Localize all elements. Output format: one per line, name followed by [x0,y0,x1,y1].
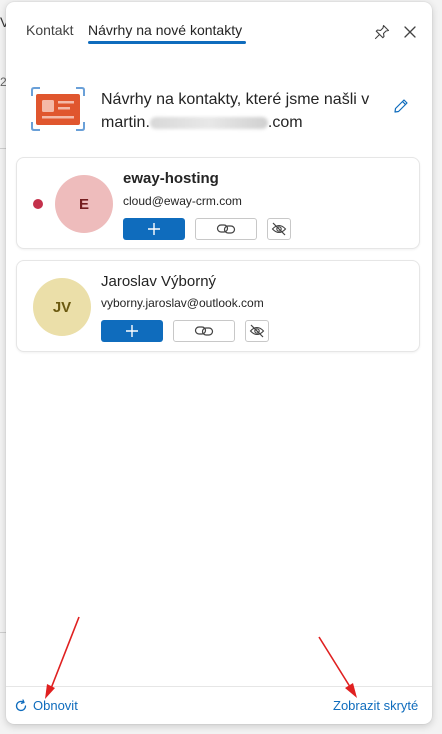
avatar: JV [33,278,91,336]
edit-email-button[interactable] [393,98,413,118]
refresh-button[interactable]: Obnovit [14,698,78,713]
link-contact-button[interactable] [195,218,257,240]
plus-icon [148,223,160,235]
link-contact-button[interactable] [173,320,235,342]
tab-contact-suggestions[interactable]: Návrhy na nové kontakty [88,22,242,38]
suggestion-card: E eway-hosting cloud@eway-crm.com [16,157,420,249]
contact-email: vyborny.jaroslav@outlook.com [101,296,264,310]
contact-card-icon [31,87,85,131]
tab-kontakt[interactable]: Kontakt [26,22,73,38]
add-contact-button[interactable] [123,218,185,240]
contact-email: cloud@eway-crm.com [123,194,242,208]
email-prefix: martin. [101,114,150,131]
suggestions-description: Návrhy na kontakty, které jsme našli v m… [101,88,391,134]
refresh-label: Obnovit [33,698,78,713]
eye-off-icon [271,222,287,236]
contact-name: Jaroslav Výborný [101,273,217,290]
redacted-email [149,116,268,129]
contact-suggestions-pane: Kontakt Návrhy na nové kontakty Návrhy n… [6,2,432,724]
pencil-icon [394,99,408,113]
avatar: E [55,175,113,233]
refresh-icon [15,698,27,711]
unread-indicator [33,199,43,209]
eye-off-icon [249,324,265,338]
close-button[interactable] [400,22,420,42]
suggestion-card: JV Jaroslav Výborný vyborny.jaroslav@out… [16,260,420,352]
hide-suggestion-button[interactable] [245,320,269,342]
pin-button[interactable] [372,22,392,42]
contact-name: eway-hosting [123,170,219,187]
close-icon [404,26,416,38]
avatar-initials: E [78,195,89,213]
description-line-2: martin. .com [101,111,391,134]
email-suffix: .com [267,114,303,131]
description-line-1: Návrhy na kontakty, které jsme našli v [101,91,370,108]
active-tab-indicator [88,41,246,44]
plus-icon [126,325,138,337]
pin-icon [374,24,390,40]
link-icon [194,326,214,336]
hide-suggestion-button[interactable] [267,218,291,240]
avatar-initials: JV [52,298,72,316]
footer-divider [6,686,432,687]
link-icon [216,224,236,234]
add-contact-button[interactable] [101,320,163,342]
show-hidden-label: Zobrazit skryté [333,698,419,713]
show-hidden-button[interactable]: Zobrazit skryté [333,698,418,713]
